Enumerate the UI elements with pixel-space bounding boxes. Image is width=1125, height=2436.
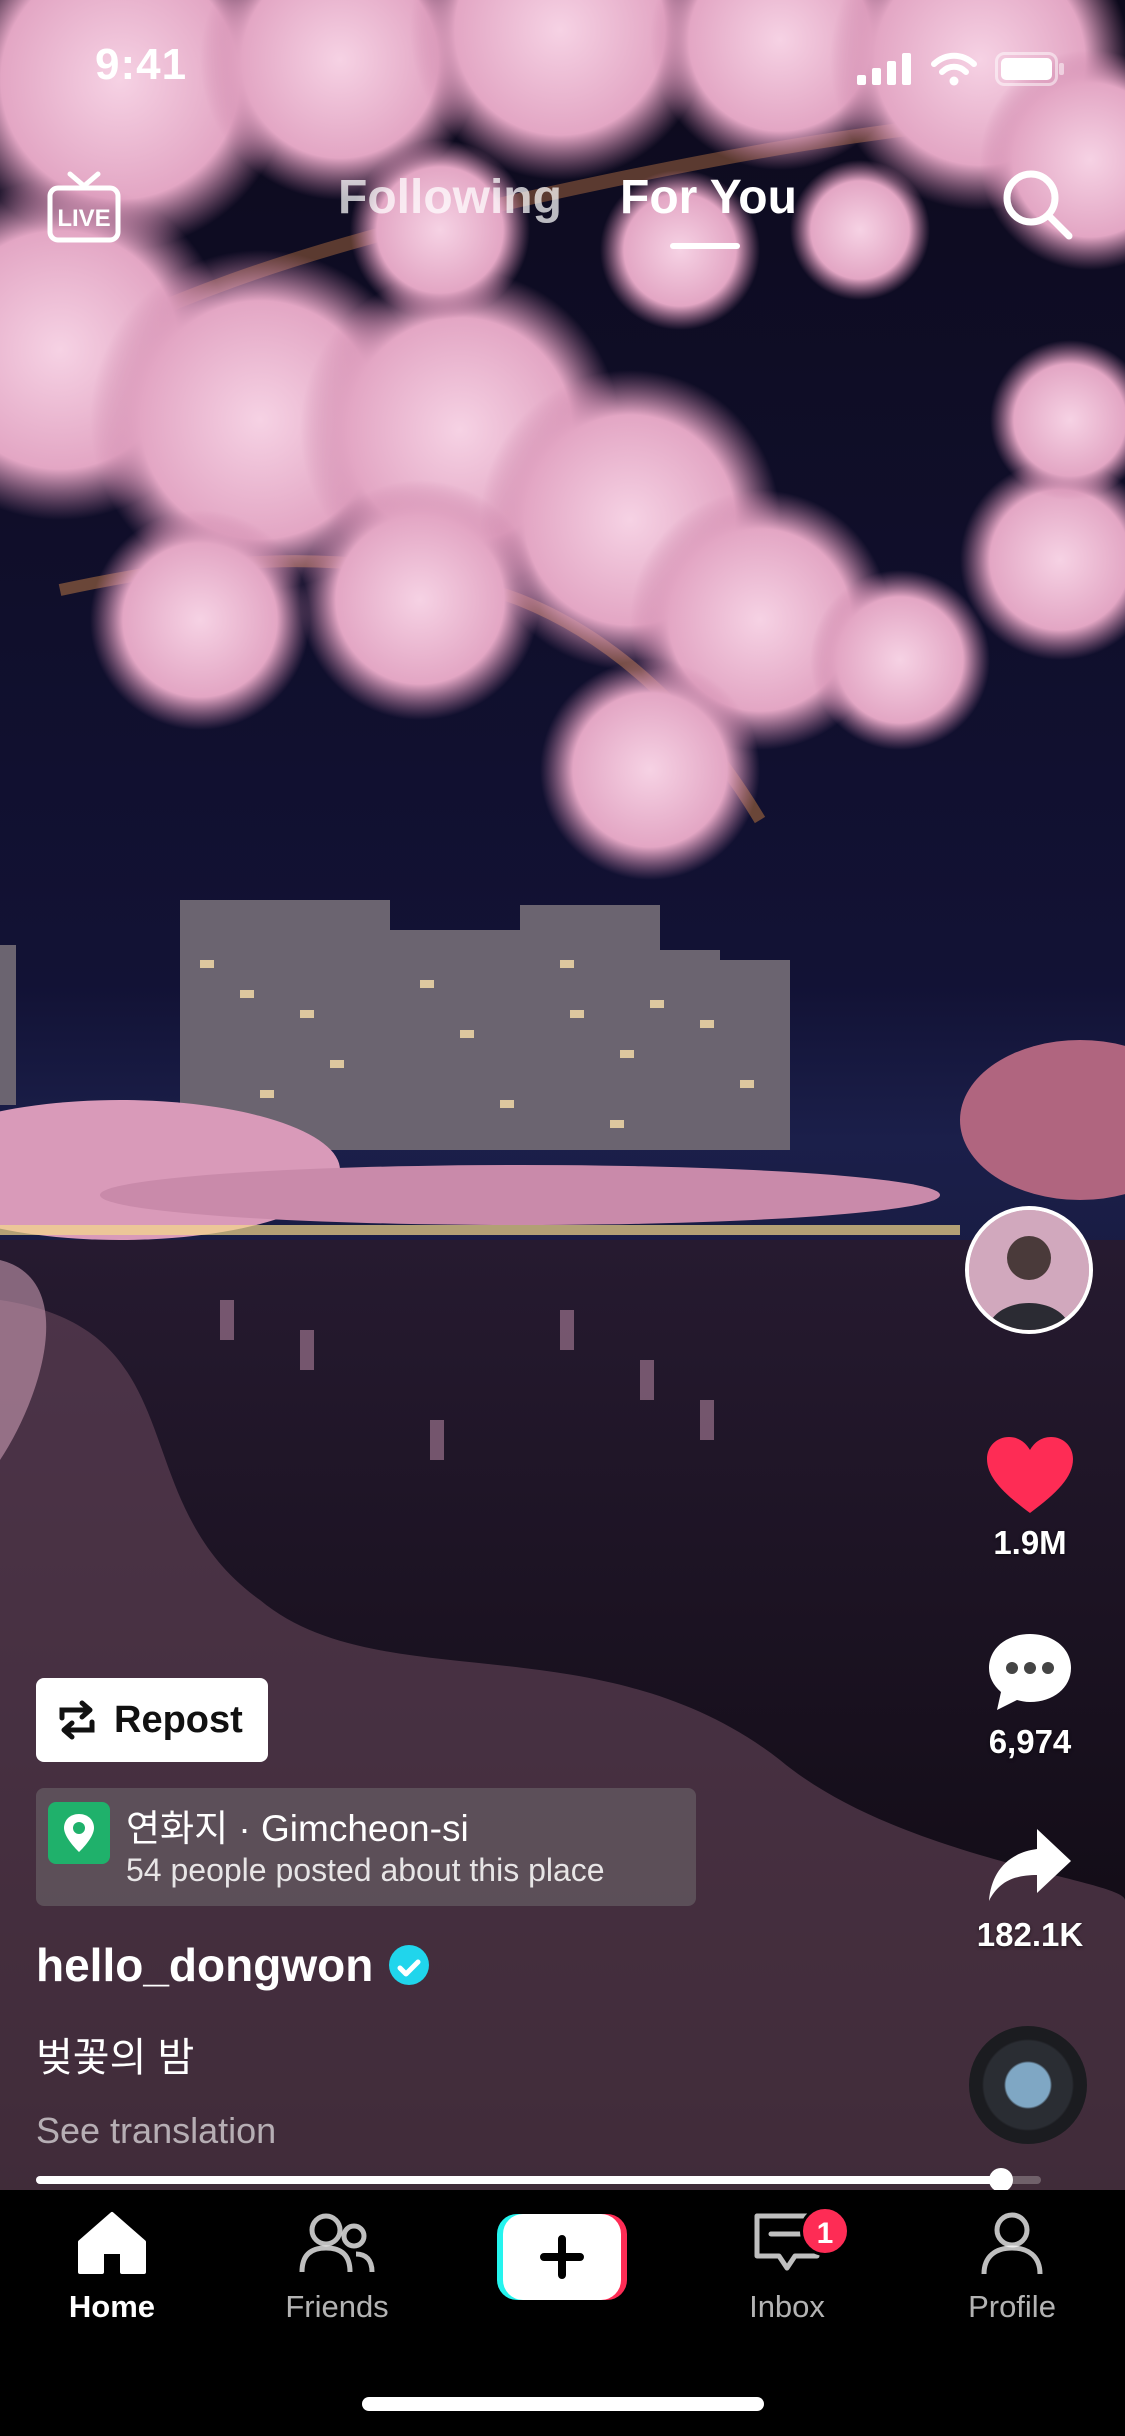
live-tv-icon[interactable]: LIVE xyxy=(46,170,122,244)
nav-friends[interactable]: Friends xyxy=(242,2210,432,2325)
video-progress-thumb[interactable] xyxy=(988,2168,1013,2192)
nav-profile-label: Profile xyxy=(968,2289,1056,2324)
share-button[interactable]: 182.1K xyxy=(935,1825,1125,1954)
repost-label: Repost xyxy=(114,1698,243,1741)
like-count: 1.9M xyxy=(993,1524,1067,1561)
video-progress-bar[interactable] xyxy=(36,2168,1041,2192)
nav-home-label: Home xyxy=(68,2289,156,2324)
nav-friends-label: Friends xyxy=(285,2289,389,2324)
music-disc[interactable] xyxy=(969,2026,1087,2144)
tab-for-you[interactable]: For You xyxy=(620,170,797,225)
share-count: 182.1K xyxy=(976,1916,1084,1953)
comment-icon xyxy=(989,1634,1071,1710)
repost-icon xyxy=(59,1700,95,1740)
location-name: 연화지 · Gimcheon-si xyxy=(126,1808,469,1849)
creator-avatar[interactable] xyxy=(965,1206,1093,1334)
nav-inbox-label: Inbox xyxy=(749,2289,825,2324)
tab-following[interactable]: Following xyxy=(338,170,562,225)
comment-count: 6,974 xyxy=(988,1723,1072,1760)
top-nav: LIVE Following For You xyxy=(0,160,1125,270)
nav-profile[interactable]: Profile xyxy=(917,2210,1107,2325)
location-subtitle: 54 people posted about this place xyxy=(126,1852,605,1888)
inbox-badge: 1 xyxy=(800,2206,850,2256)
creator-username: hello_dongwon xyxy=(36,1939,374,1991)
location-card[interactable]: 연화지 · Gimcheon-si 54 people posted about… xyxy=(36,1788,696,1906)
battery-icon xyxy=(995,52,1064,86)
share-icon xyxy=(989,1829,1071,1901)
creator-username-row[interactable]: hello_dongwon xyxy=(36,1938,430,1992)
search-icon[interactable] xyxy=(997,164,1077,244)
comment-button[interactable]: 6,974 xyxy=(935,1630,1125,1761)
like-button[interactable]: 1.9M xyxy=(935,1435,1125,1562)
active-tab-indicator xyxy=(670,243,740,249)
see-translation-link[interactable]: See translation xyxy=(36,2110,276,2152)
friends-icon xyxy=(299,2213,375,2273)
home-indicator xyxy=(362,2397,764,2411)
side-actions: 1.9M 6,974 182.1K xyxy=(935,1200,1125,2144)
wifi-icon xyxy=(931,52,977,86)
location-pin-icon xyxy=(48,1802,110,1864)
bottom-nav: Home Friends 1 Inbox Profile xyxy=(0,2190,1125,2436)
nav-inbox[interactable]: 1 Inbox xyxy=(692,2206,882,2325)
status-bar: 9:41 xyxy=(0,0,1125,140)
profile-icon xyxy=(981,2212,1043,2275)
live-label: LIVE xyxy=(57,205,110,232)
post-caption: 벚꽃의 밤 xyxy=(36,2036,195,2080)
create-post-button[interactable] xyxy=(497,2214,627,2300)
video-progress-fill xyxy=(36,2176,1001,2184)
heart-icon xyxy=(987,1437,1073,1513)
repost-button[interactable]: Repost xyxy=(36,1678,268,1762)
home-icon xyxy=(78,2212,146,2274)
verified-badge-icon xyxy=(389,1945,430,1985)
status-time: 9:41 xyxy=(95,40,188,89)
cellular-signal-icon xyxy=(857,53,911,85)
nav-home[interactable]: Home xyxy=(17,2210,207,2325)
status-icons xyxy=(857,52,1065,86)
